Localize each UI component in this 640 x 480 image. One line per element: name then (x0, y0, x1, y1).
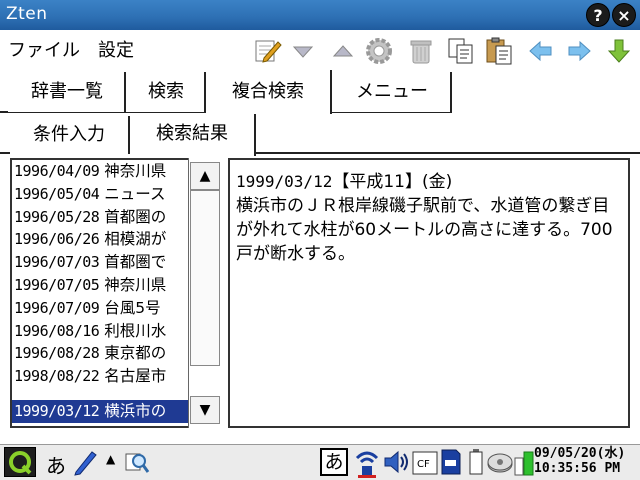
down-triangle-icon: ▼ (199, 402, 211, 418)
list-item[interactable]: 1996/08/16 利根川水 (12, 320, 190, 343)
tab-dictionary-list[interactable]: 辞書一覧 (8, 72, 126, 112)
detail-era: 【平成11】(金) (332, 172, 453, 192)
ime-indicator[interactable]: あ (46, 450, 66, 479)
help-button[interactable]: ? (586, 3, 610, 27)
tab-condition-input[interactable]: 条件入力 (10, 116, 130, 154)
clock[interactable]: 09/05/20(水) 10:35:56 PM (534, 446, 625, 476)
sd-card-icon[interactable] (440, 448, 462, 476)
list-item[interactable]: 1996/07/09 台風5号 (12, 297, 190, 320)
disk-icon[interactable] (486, 448, 514, 476)
wifi-icon[interactable] (354, 446, 380, 478)
magnifier-icon[interactable] (122, 448, 150, 476)
dropdown-icon[interactable] (288, 36, 318, 66)
tab-menu[interactable]: メニュー (332, 72, 452, 112)
clock-time: 10:35:56 PM (534, 461, 621, 476)
menu-settings[interactable]: 設定 (98, 36, 134, 62)
menu-file[interactable]: ファイル (8, 36, 80, 62)
edit-icon[interactable] (252, 36, 282, 66)
tab-compound-search[interactable]: 複合検索 (206, 70, 332, 114)
battery-icon[interactable] (468, 448, 484, 476)
up-triangle-icon: ▲ (199, 168, 211, 184)
detail-pane: 1999/03/12【平成11】(金) 横浜市のＪＲ根岸線磯子駅前で、水道管の繋… (228, 158, 630, 428)
list-item[interactable]: 1996/04/09 神奈川県 (12, 160, 190, 183)
clock-date: 09/05/20(水) (534, 446, 626, 461)
cf-card-icon[interactable]: CF (412, 450, 438, 476)
window-title: Zten (6, 4, 48, 24)
speaker-icon[interactable] (382, 448, 410, 476)
detail-body: 横浜市のＪＲ根岸線磯子駅前で、水道管の繋ぎ目が外れて水柱が60メートルの高さに達… (236, 196, 613, 264)
pen-icon[interactable] (70, 448, 98, 476)
scroll-up-button[interactable]: ▲ (190, 162, 220, 190)
close-button[interactable]: × (612, 3, 636, 27)
back-arrow-icon[interactable] (526, 36, 556, 66)
signal-level-icon[interactable] (514, 450, 534, 476)
gear-icon[interactable] (364, 36, 394, 66)
active-tab-gap (132, 152, 254, 156)
scroll-thumb[interactable] (190, 190, 220, 366)
ime-box-indicator[interactable]: あ (320, 448, 348, 476)
list-item[interactable]: 1996/05/28 首都圏の (12, 206, 190, 229)
up-triangle-icon[interactable] (328, 36, 358, 66)
up-arrow-small-icon[interactable]: ▲ (106, 452, 115, 466)
start-button[interactable] (4, 447, 36, 477)
list-item[interactable]: 1996/07/03 首都圏で (12, 251, 190, 274)
list-item-selected[interactable]: 1999/03/12 横浜市の (12, 400, 190, 423)
tab-search[interactable]: 検索 (126, 72, 206, 112)
list-item[interactable]: 1996/05/04 ニュース (12, 183, 190, 206)
copy-icon[interactable] (446, 36, 476, 66)
paste-icon[interactable] (484, 36, 514, 66)
tab-search-results[interactable]: 検索結果 (130, 114, 256, 156)
q-logo-icon (9, 451, 32, 475)
list-item[interactable]: 1996/07/05 神奈川県 (12, 274, 190, 297)
download-arrow-icon[interactable] (604, 36, 634, 66)
list-item[interactable]: 1998/08/22 名古屋市 (12, 365, 190, 388)
title-bar (0, 0, 640, 30)
detail-date: 1999/03/12 (236, 172, 333, 191)
trash-icon[interactable] (406, 36, 436, 66)
list-item[interactable]: 1996/06/26 相模湖が (12, 228, 190, 251)
forward-arrow-icon[interactable] (564, 36, 594, 66)
detail-header: 1999/03/12【平成11】(金) (236, 170, 622, 194)
list-item[interactable]: 1996/08/28 東京都の (12, 342, 190, 365)
scroll-down-button[interactable]: ▼ (190, 396, 220, 424)
svg-text:CF: CF (417, 459, 430, 470)
